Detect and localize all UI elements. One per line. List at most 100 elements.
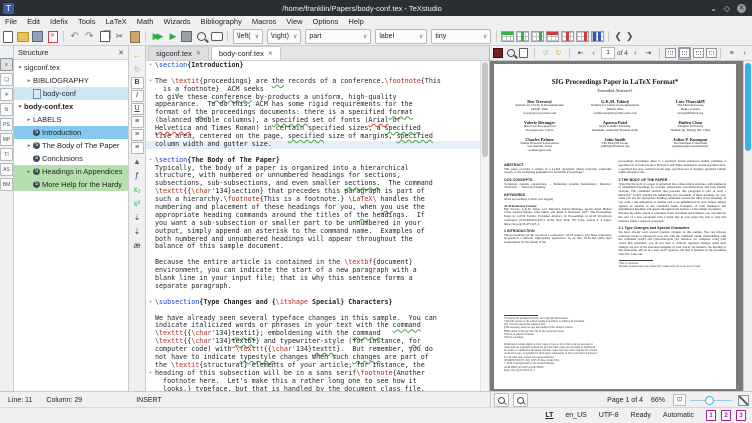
tree-expander-icon[interactable]: ▸ <box>25 78 33 84</box>
menu-macros[interactable]: Macros <box>247 16 282 28</box>
menu-math[interactable]: Math <box>132 16 159 28</box>
preview-toggle-icon[interactable]: 3 <box>736 410 746 421</box>
fold-marker-icon[interactable] <box>146 204 155 212</box>
compile-icon[interactable]: ▶ <box>165 30 178 43</box>
tab-sigconf-tex[interactable]: sigconf.tex✕ <box>148 46 209 60</box>
fold-marker-icon[interactable] <box>146 117 155 125</box>
editor-scrollbar[interactable] <box>480 61 489 392</box>
maximize-icon[interactable]: ◇ <box>724 4 730 13</box>
paste-column-icon[interactable] <box>531 30 544 43</box>
zoom-slider[interactable] <box>690 395 732 405</box>
function-icon[interactable]: ƒ <box>131 169 144 182</box>
original-size-icon[interactable] <box>693 48 704 59</box>
structure-item[interactable]: ▾sigconf.tex <box>14 61 128 74</box>
fold-marker-icon[interactable] <box>146 94 155 102</box>
status-automatic[interactable]: Automatic <box>663 412 694 419</box>
pdf-scrollbar[interactable] <box>743 61 752 392</box>
fit-width-icon[interactable] <box>678 47 691 60</box>
structure-item[interactable]: SMore Help for the Hardy <box>14 178 128 191</box>
menu-view[interactable]: View <box>281 16 307 28</box>
underline-icon[interactable]: U <box>131 103 144 115</box>
add-column-icon[interactable] <box>516 30 529 43</box>
menu-bibliography[interactable]: Bibliography <box>196 16 247 28</box>
reference-dropdown[interactable]: label ∨ <box>375 29 427 44</box>
structure-item[interactable]: body-conf <box>14 87 128 100</box>
panel-structure-icon[interactable]: ≡ <box>0 58 13 71</box>
previous-page-icon[interactable]: ‹ <box>588 48 599 59</box>
pdf-forward-icon[interactable]: ↻ <box>553 48 564 59</box>
fold-marker-icon[interactable] <box>146 86 155 94</box>
fold-marker-icon[interactable] <box>146 259 155 267</box>
fold-marker-icon[interactable] <box>146 188 155 196</box>
subscript-icon[interactable]: x₂ <box>131 183 144 196</box>
panel-bookmarks-icon[interactable]: ❏ <box>0 73 13 86</box>
panel-asymptote-icon[interactable]: AS <box>0 163 13 176</box>
panel-tikz-icon[interactable]: TI <box>0 148 13 161</box>
view-icon[interactable] <box>180 30 193 43</box>
menu-help[interactable]: Help <box>343 16 368 28</box>
comment-icon[interactable] <box>210 30 223 43</box>
typewriter-icon[interactable]: ▲ <box>131 155 144 168</box>
cut-icon[interactable]: ✂ <box>113 30 126 43</box>
build-and-view-icon[interactable]: ▶▶ <box>150 30 163 43</box>
fold-marker-icon[interactable] <box>146 243 155 251</box>
bold-icon[interactable]: B <box>131 77 144 89</box>
status-en_us[interactable]: en_US <box>565 412 586 419</box>
tree-expander-icon[interactable]: ▸ <box>25 143 33 149</box>
search-icon[interactable] <box>195 30 208 43</box>
panel-pstricks-icon[interactable]: PS <box>0 118 13 131</box>
structure-item[interactable]: ▸SHeadings in Appendices <box>14 165 128 178</box>
fold-marker-icon[interactable] <box>146 346 155 354</box>
open-document-icon[interactable] <box>16 30 29 43</box>
structure-item[interactable]: ▸SThe Body of The Paper <box>14 139 128 152</box>
panel-symbols-icon[interactable]: ✳ <box>0 88 13 101</box>
zoom-slider-knob[interactable] <box>705 396 714 405</box>
code-line[interactable]: ▾\section{Introduction} <box>146 62 480 70</box>
panel-beamer-icon[interactable]: BM <box>0 178 13 191</box>
go-back-icon[interactable]: ❮ <box>614 31 622 42</box>
tree-expander-icon[interactable]: ▾ <box>16 65 24 71</box>
redo-icon[interactable]: ↷ <box>83 30 96 43</box>
fold-marker-icon[interactable] <box>146 338 155 346</box>
status-lt[interactable]: LT <box>545 412 553 419</box>
fold-marker-icon[interactable] <box>146 172 155 180</box>
fold-marker-icon[interactable] <box>146 291 155 299</box>
menu-edit[interactable]: Edit <box>22 16 45 28</box>
pdf-expand-icon[interactable]: › <box>739 48 750 59</box>
fold-marker-icon[interactable] <box>146 141 155 149</box>
editor-scrollbar-thumb[interactable] <box>482 62 488 157</box>
status-ready[interactable]: Ready <box>631 412 651 419</box>
log-toggle-icon[interactable]: 1 <box>706 410 716 421</box>
undo-icon[interactable]: ↶ <box>68 30 81 43</box>
fold-marker-icon[interactable]: ▾ <box>146 62 155 70</box>
close-document-icon[interactable]: ✕ <box>46 30 59 43</box>
structure-item[interactable]: ▸BIBLIOGRAPHY <box>14 74 128 87</box>
pdf-back-icon[interactable]: ↺ <box>540 48 551 59</box>
tree-expander-icon[interactable]: ▾ <box>16 104 24 110</box>
pdf-recompile-icon[interactable] <box>492 48 503 59</box>
paste-icon[interactable] <box>128 30 141 43</box>
linebreak-icon[interactable]: ⇣ <box>131 225 144 238</box>
fold-marker-icon[interactable] <box>146 228 155 236</box>
fold-marker-icon[interactable] <box>146 212 155 220</box>
magnifier-tool-button[interactable] <box>494 393 509 407</box>
fold-marker-icon[interactable] <box>146 354 155 362</box>
fold-marker-icon[interactable] <box>146 165 155 173</box>
new-document-icon[interactable] <box>1 30 14 43</box>
align-columns-icon[interactable] <box>591 30 604 43</box>
fold-marker-icon[interactable] <box>146 109 155 117</box>
fit-page-icon[interactable] <box>665 48 676 59</box>
editor[interactable]: ▾\section{Introduction} ▾The \textit{pro… <box>146 61 489 392</box>
pdf-zoom-icon[interactable] <box>505 48 516 59</box>
go-forward-icon[interactable]: ↻ <box>131 63 144 76</box>
minimize-icon[interactable]: ⌄ <box>710 4 717 13</box>
menu-wizards[interactable]: Wizards <box>158 16 195 28</box>
fontsize-dropdown[interactable]: tiny ∨ <box>431 29 491 44</box>
pdf-scrollbar-thumb[interactable] <box>745 63 751 151</box>
messages-toggle-icon[interactable]: 2 <box>721 410 731 421</box>
align-center-icon[interactable]: ≡ <box>131 129 144 141</box>
fold-marker-icon[interactable] <box>146 322 155 330</box>
fold-marker-icon[interactable] <box>146 133 155 141</box>
structure-item[interactable]: SConclusions <box>14 152 128 165</box>
structure-item[interactable]: SIntroduction <box>14 126 128 139</box>
